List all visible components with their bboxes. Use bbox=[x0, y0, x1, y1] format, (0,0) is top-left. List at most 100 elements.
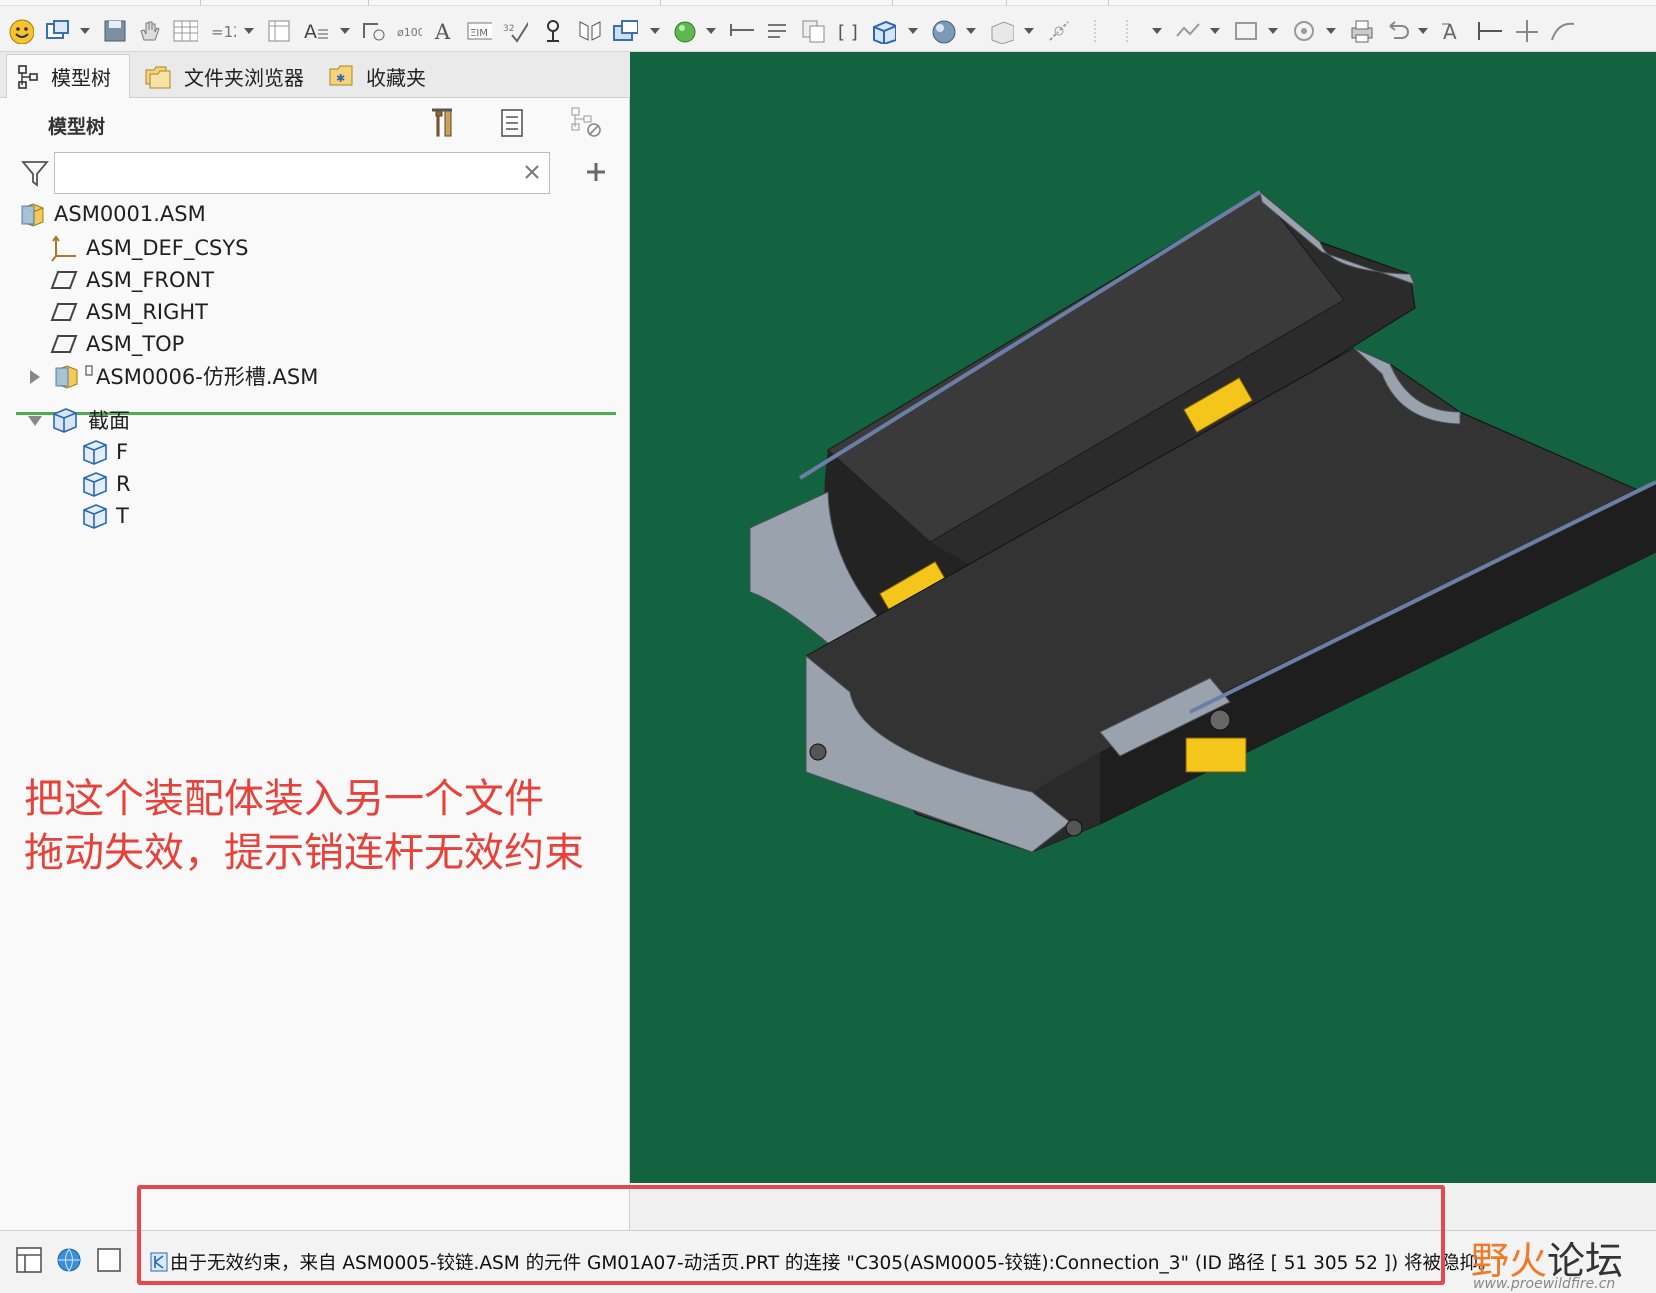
box-icon[interactable] bbox=[988, 18, 1014, 44]
dimension-icon[interactable]: ø100 bbox=[396, 18, 422, 44]
datum-plane-icon bbox=[50, 271, 78, 289]
font-icon[interactable]: A bbox=[432, 18, 458, 44]
arc-tool-icon[interactable] bbox=[1548, 18, 1574, 44]
brackets-icon[interactable]: [ ] bbox=[836, 18, 862, 44]
svg-text:ø100: ø100 bbox=[397, 26, 422, 39]
tree-node-section-f[interactable]: F bbox=[80, 436, 128, 468]
full-screen-icon[interactable] bbox=[94, 1245, 124, 1275]
target-icon[interactable] bbox=[1290, 18, 1316, 44]
sketch-icon[interactable] bbox=[1174, 18, 1200, 44]
flexible-flag-icon bbox=[85, 365, 93, 376]
regenerate-icon[interactable] bbox=[764, 18, 790, 44]
rectangle-select-icon[interactable] bbox=[1232, 18, 1258, 44]
settings-list-icon[interactable] bbox=[498, 106, 528, 140]
app-window: =12 A ø100 A ΞIM 32 bbox=[0, 0, 1656, 1293]
navigator-toggle-icon[interactable] bbox=[14, 1245, 44, 1275]
explode-icon[interactable] bbox=[1046, 18, 1072, 44]
tree-node-subassembly[interactable]: ASM0006-仿形槽.ASM bbox=[54, 360, 318, 392]
svg-text:32: 32 bbox=[503, 24, 514, 34]
browser-globe-icon[interactable] bbox=[54, 1245, 84, 1275]
tree-node-label: ASM_DEF_CSYS bbox=[86, 236, 249, 260]
smiley-icon[interactable] bbox=[8, 18, 34, 44]
clear-icon[interactable] bbox=[522, 162, 542, 182]
filter-row bbox=[0, 148, 630, 198]
expand-arrow-icon[interactable] bbox=[28, 368, 42, 386]
tab-folder-browser[interactable]: 文件夹浏览器 bbox=[134, 54, 314, 98]
window-icon[interactable] bbox=[44, 18, 70, 44]
ribbon-group-strip bbox=[0, 0, 1656, 6]
chevron-down-icon[interactable] bbox=[1268, 28, 1278, 34]
chevron-down-icon[interactable] bbox=[1326, 28, 1336, 34]
datum-plane-icon bbox=[50, 335, 78, 353]
assembly-model-render bbox=[749, 190, 1656, 853]
status-bar: 由于无效约束，来自 ASM0005-铰链.ASM 的元件 GM01A07-动活页… bbox=[0, 1230, 1656, 1293]
tree-node-label: F bbox=[116, 440, 129, 464]
tree-node-csys[interactable]: ASM_DEF_CSYS bbox=[50, 232, 248, 264]
add-icon[interactable] bbox=[584, 160, 608, 184]
tree-node-section-r[interactable]: R bbox=[80, 468, 131, 500]
cube-icon[interactable] bbox=[870, 18, 896, 44]
bom-balloon-icon[interactable] bbox=[360, 18, 386, 44]
print-icon[interactable] bbox=[1348, 18, 1374, 44]
parameters-icon[interactable]: =12 bbox=[210, 18, 236, 44]
status-message: 由于无效约束，来自 ASM0005-铰链.ASM 的元件 GM01A07-动活页… bbox=[150, 1249, 1497, 1275]
chevron-down-icon[interactable] bbox=[706, 28, 716, 34]
annotation-text-icon[interactable]: A bbox=[1440, 18, 1466, 44]
tree-node-root[interactable]: ASM0001.ASM bbox=[20, 198, 206, 230]
coordinate-system-icon bbox=[51, 235, 76, 262]
tree-node-right-plane[interactable]: ASM_RIGHT bbox=[50, 296, 208, 328]
tab-favorites-label: 收藏夹 bbox=[366, 65, 426, 90]
separator-icon bbox=[1126, 20, 1128, 42]
folder-browser-icon bbox=[145, 66, 171, 89]
datum-tag-icon[interactable]: ΞIM bbox=[466, 18, 492, 44]
tree-node-label: ASM_TOP bbox=[86, 332, 185, 356]
distance-icon[interactable] bbox=[728, 18, 754, 44]
tree-node-label: T bbox=[116, 504, 129, 528]
mirror-icon[interactable] bbox=[576, 18, 602, 44]
copy-icon[interactable] bbox=[800, 18, 826, 44]
tree-node-section-t[interactable]: T bbox=[80, 500, 129, 532]
table-icon[interactable] bbox=[172, 18, 198, 44]
chevron-down-icon[interactable] bbox=[1210, 28, 1220, 34]
tree-search-input[interactable] bbox=[54, 152, 550, 194]
baseline-icon[interactable] bbox=[1512, 18, 1538, 44]
chevron-down-icon[interactable] bbox=[1024, 28, 1034, 34]
check-icon[interactable]: 32 bbox=[502, 18, 528, 44]
chevron-down-icon[interactable] bbox=[966, 28, 976, 34]
tree-filter-icon[interactable] bbox=[570, 106, 604, 140]
svg-text:ΞIM: ΞIM bbox=[470, 28, 488, 39]
dimension-linear-icon[interactable] bbox=[1476, 18, 1502, 44]
svg-text:✱: ✱ bbox=[336, 72, 345, 85]
graphics-viewport[interactable] bbox=[630, 52, 1656, 1183]
svg-text:[ ]: [ ] bbox=[838, 22, 858, 43]
tab-model-tree[interactable]: 模型树 bbox=[6, 54, 130, 98]
tree-node-sections[interactable]: 截面 bbox=[50, 404, 130, 436]
tools-icon[interactable] bbox=[428, 106, 458, 140]
format-table-icon[interactable] bbox=[266, 18, 292, 44]
chevron-down-icon[interactable] bbox=[244, 28, 254, 34]
chevron-down-icon[interactable] bbox=[1152, 28, 1162, 34]
filter-funnel-icon[interactable] bbox=[20, 158, 50, 188]
sphere-render-icon[interactable] bbox=[930, 18, 956, 44]
chevron-down-icon[interactable] bbox=[1418, 28, 1428, 34]
tab-favorites[interactable]: ✱ 收藏夹 bbox=[318, 54, 448, 98]
datum-plane-icon bbox=[50, 303, 78, 321]
view-manager-icon[interactable] bbox=[612, 18, 638, 44]
save-icon[interactable] bbox=[102, 18, 128, 44]
text-style-icon[interactable]: A bbox=[302, 18, 328, 44]
chevron-down-icon[interactable] bbox=[80, 28, 90, 34]
collapse-arrow-icon[interactable] bbox=[26, 414, 44, 428]
chevron-down-icon[interactable] bbox=[908, 28, 918, 34]
appearance-ball-icon[interactable] bbox=[672, 18, 698, 44]
pin-icon[interactable] bbox=[540, 18, 566, 44]
section-icon bbox=[83, 472, 107, 497]
tree-node-front-plane[interactable]: ASM_FRONT bbox=[50, 264, 214, 296]
svg-text:A: A bbox=[304, 21, 317, 43]
chevron-down-icon[interactable] bbox=[340, 28, 350, 34]
forum-watermark: 野火论坛 www.proewildfire.cn bbox=[1465, 1230, 1655, 1293]
navigator-panel: 模型树 文件夹浏览器 ✱ 收藏夹 模型树 ASM0001.ASM ASM_DEF… bbox=[0, 52, 630, 1293]
undo-icon[interactable] bbox=[1384, 18, 1410, 44]
tree-node-top-plane[interactable]: ASM_TOP bbox=[50, 328, 184, 360]
chevron-down-icon[interactable] bbox=[650, 28, 660, 34]
drag-hand-icon[interactable] bbox=[136, 18, 162, 44]
